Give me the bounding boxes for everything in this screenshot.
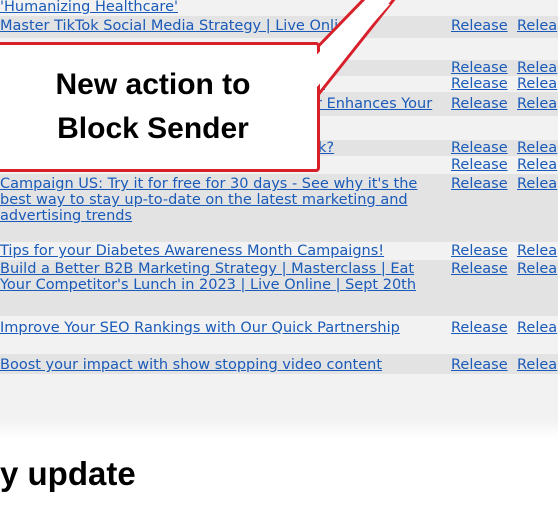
- release-link[interactable]: Relea: [517, 60, 557, 76]
- release-link[interactable]: Release: [451, 243, 508, 259]
- callout-line: Block Sender: [57, 112, 249, 145]
- message-subject-link[interactable]: Build a Better B2B Marketing Strategy | …: [0, 261, 443, 293]
- table-row: Build a Better B2B Marketing Strategy | …: [0, 260, 558, 316]
- release-link[interactable]: Release: [451, 96, 508, 112]
- message-subject-link[interactable]: r Enhances Your: [316, 96, 450, 112]
- release-link[interactable]: Release: [451, 157, 508, 173]
- message-subject-link[interactable]: k?: [318, 140, 378, 156]
- message-subject-link[interactable]: e: [316, 60, 436, 76]
- release-link[interactable]: Release: [451, 140, 508, 156]
- message-subject-link[interactable]: Boost your impact with show stopping vid…: [0, 357, 443, 373]
- release-link[interactable]: Relea: [517, 176, 557, 192]
- release-link[interactable]: Release: [451, 176, 508, 192]
- release-link[interactable]: Release: [451, 261, 508, 277]
- release-link[interactable]: Relea: [517, 357, 557, 373]
- release-link[interactable]: Relea: [517, 140, 557, 156]
- table-row: Tips for your Diabetes Awareness Month C…: [0, 242, 558, 260]
- release-link[interactable]: Relea: [517, 18, 557, 34]
- release-link[interactable]: Relea: [517, 243, 557, 259]
- table-row: 'Humanizing Healthcare': [0, 0, 558, 16]
- callout-text: New action to Block Sender: [3, 63, 303, 151]
- callout-line: New action to: [55, 68, 251, 101]
- message-subject-link[interactable]: Campaign US: Try it for free for 30 days…: [0, 176, 443, 224]
- release-link[interactable]: Release: [451, 60, 508, 76]
- list-bottom-fade: [0, 420, 558, 438]
- table-row: Improve Your SEO Rankings with Our Quick…: [0, 316, 558, 354]
- table-row: Campaign US: Try it for free for 30 days…: [0, 174, 558, 242]
- page-heading: y update: [0, 455, 136, 492]
- release-link[interactable]: Relea: [517, 96, 557, 112]
- release-link[interactable]: Release: [451, 18, 508, 34]
- table-row: Boost your impact with show stopping vid…: [0, 354, 558, 374]
- release-link[interactable]: Relea: [517, 261, 557, 277]
- release-link[interactable]: Release: [451, 76, 508, 92]
- release-link[interactable]: Relea: [517, 320, 557, 336]
- callout-box: New action to Block Sender: [0, 42, 320, 172]
- table-row: Master TikTok Social Media Strategy | Li…: [0, 16, 558, 38]
- release-link[interactable]: Relea: [517, 76, 557, 92]
- release-link[interactable]: Release: [451, 320, 508, 336]
- message-subject-link[interactable]: Tips for your Diabetes Awareness Month C…: [0, 243, 443, 259]
- message-subject-link[interactable]: 'Humanizing Healthcare': [0, 0, 443, 15]
- message-subject-link[interactable]: Master TikTok Social Media Strategy | Li…: [0, 18, 443, 34]
- message-subject-link[interactable]: Improve Your SEO Rankings with Our Quick…: [0, 320, 443, 336]
- message-subject-link[interactable]: e: [316, 76, 436, 92]
- release-link[interactable]: Relea: [517, 157, 557, 173]
- release-link[interactable]: Release: [451, 357, 508, 373]
